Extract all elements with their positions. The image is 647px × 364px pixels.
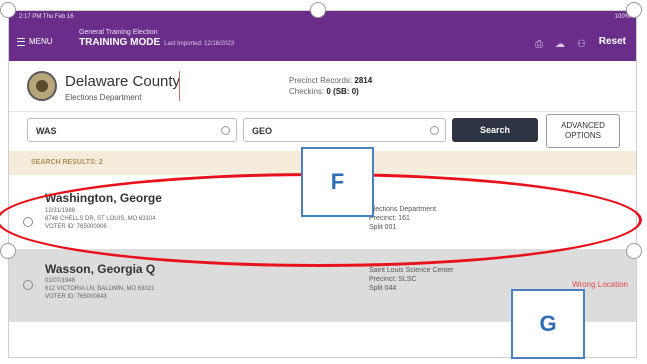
resize-handle[interactable] [626, 2, 642, 18]
menu-label: MENU [29, 37, 53, 46]
printer-icon[interactable]: ⎙ [535, 39, 543, 50]
wrong-location-warning: Wrong Location [572, 280, 628, 289]
select-radio[interactable] [23, 280, 33, 290]
election-title: General Training Election TRAINING MODE L… [79, 29, 234, 48]
polling-location: Elections Department Precinct: 161 Split… [369, 206, 436, 231]
voter-dob: 01/07/1948 [45, 278, 76, 284]
voter-address: 612 VICTORIA LN, BALLWIN, MO 63021 [45, 286, 155, 292]
menu-button[interactable]: MENU [17, 37, 53, 46]
toolbar-icons: ⎙ ☁ ⚇ [535, 39, 586, 50]
precinct-records-count: 2814 [354, 76, 373, 85]
resize-handle[interactable] [626, 243, 642, 259]
last-name-search-input[interactable]: WAS [27, 118, 237, 142]
last-imported: Last Imported: 12/16/2023 [164, 41, 235, 47]
resize-handle[interactable] [310, 2, 326, 18]
resize-handle[interactable] [0, 243, 16, 259]
county-seal-logo [27, 71, 57, 101]
voter-name: Washington, George [45, 191, 162, 205]
cloud-icon[interactable]: ☁ [555, 39, 565, 50]
callout-label-g: G [511, 289, 585, 359]
status-time: 2:17 PM Thu Feb 16 [19, 14, 74, 20]
resize-handle[interactable] [0, 2, 16, 18]
training-mode-title: TRAINING MODE Last Imported: 12/16/2023 [79, 37, 235, 48]
callout-label-f: F [301, 147, 374, 217]
department-name: Elections Department [65, 93, 142, 102]
clear-icon[interactable] [430, 126, 439, 135]
reset-button[interactable]: Reset [599, 36, 626, 47]
select-radio[interactable] [23, 217, 33, 227]
hamburger-icon [17, 37, 25, 46]
voter-id: VOTER ID: 765000006 [45, 224, 107, 230]
county-name: Delaware County [65, 73, 181, 90]
voter-id: VOTER ID: 765000843 [45, 294, 107, 300]
users-icon[interactable]: ⚇ [577, 39, 586, 50]
advanced-options-button[interactable]: ADVANCED OPTIONS [546, 114, 620, 148]
clear-icon[interactable] [221, 126, 230, 135]
election-name: General Training Election [79, 29, 158, 36]
voter-address: 8748 CHELLS DR, ST LOUIS, MO 63104 [45, 216, 156, 222]
precinct-stats: Precinct Records: 2814 Checkins: 0 (SB: … [289, 76, 373, 96]
search-row: WAS GEO Search ADVANCED OPTIONS [9, 111, 636, 151]
top-bar: MENU General Training Election TRAINING … [9, 23, 636, 61]
header-divider [179, 71, 180, 101]
checkins-count: 0 (SB: 0) [326, 87, 359, 96]
voter-dob: 12/31/1988 [45, 208, 76, 214]
search-button[interactable]: Search [452, 118, 538, 142]
county-header: Delaware County Elections Department Pre… [9, 61, 636, 112]
first-name-search-input[interactable]: GEO [243, 118, 446, 142]
voter-name: Wasson, Georgia Q [45, 262, 156, 276]
polling-location: Saint Louis Science Center Precinct: SLS… [369, 267, 454, 292]
